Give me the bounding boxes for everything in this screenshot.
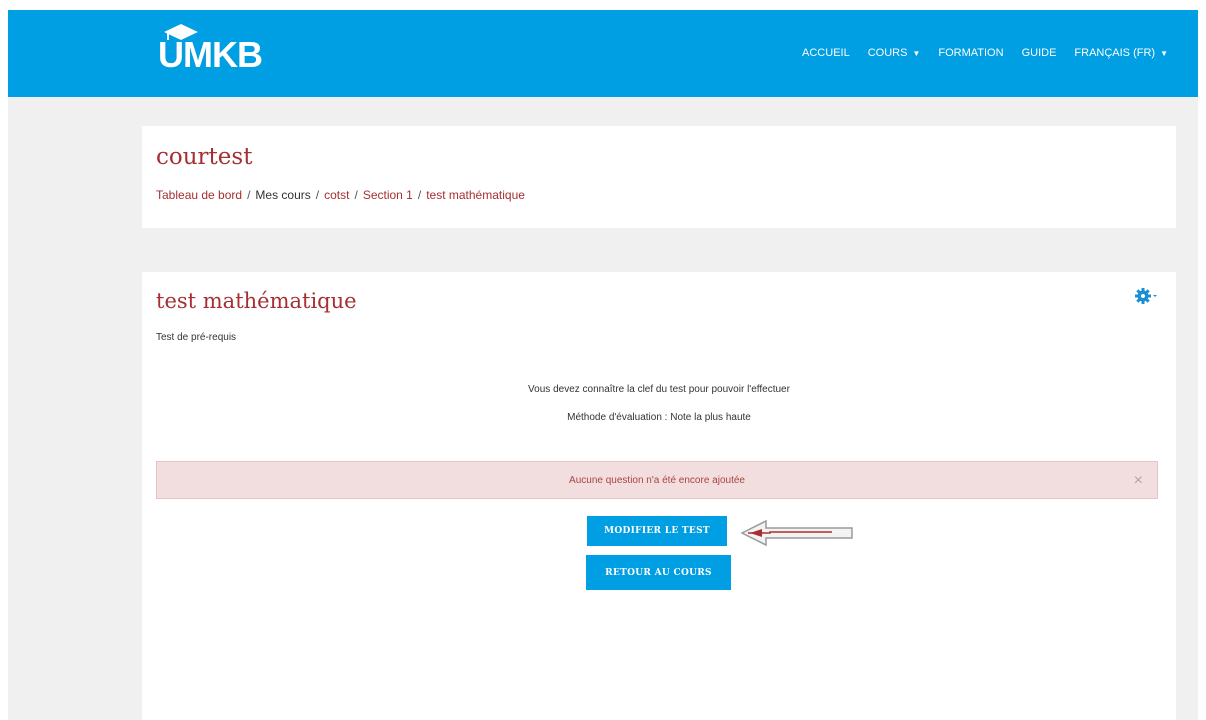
edit-quiz-button[interactable]: MODIFIER LE TEST [587, 516, 727, 546]
no-questions-alert: Aucune question n'a été encore ajoutée × [156, 461, 1158, 499]
breadcrumb-quiz[interactable]: test mathématique [426, 188, 525, 202]
nav-item-cours[interactable]: COURS ▼ [868, 47, 921, 59]
breadcrumb-my-courses: Mes cours [255, 188, 311, 202]
breadcrumb: Tableau de bord / Mes cours / cotst / Section … [156, 188, 525, 202]
breadcrumb-separator: / [315, 188, 320, 202]
nav-item-accueil[interactable]: ACCUEIL [802, 47, 850, 59]
close-icon[interactable]: × [1134, 472, 1143, 490]
quiz-intro: Test de pré-requis [156, 332, 237, 343]
quiz-grading-method: Méthode d'évaluation : Note la plus haut… [567, 412, 751, 423]
nav-item-formation[interactable]: FORMATION [938, 47, 1003, 59]
caret-down-icon: ▼ [912, 48, 921, 58]
breadcrumb-dashboard[interactable]: Tableau de bord [156, 188, 242, 202]
breadcrumb-separator: / [354, 188, 358, 202]
caret-down-icon: ▼ [1160, 48, 1168, 58]
alert-message: Aucune question n'a été encore ajoutée [569, 475, 745, 486]
quiz-title: test mathématique [156, 289, 357, 313]
breadcrumb-section[interactable]: Section 1 [363, 188, 413, 202]
quiz-key-info: Vous devez connaître la clef du test pou… [528, 384, 790, 395]
nav-item-guide[interactable]: GUIDE [1022, 47, 1057, 59]
quiz-main-region: test mathématique Test de pré-requis Vou… [142, 272, 1176, 720]
breadcrumb-separator: / [417, 188, 422, 202]
gear-icon[interactable] [1134, 286, 1158, 306]
page-header: courtest Tableau de bord / Mes cours / cotst… [142, 126, 1176, 228]
main-menu: ACCUEIL COURS ▼ FORMATION GUIDE FRANÇAIS … [784, 47, 1168, 59]
breadcrumb-separator: / [247, 188, 251, 202]
left-arrow-icon [740, 519, 853, 547]
nav-item-language[interactable]: FRANÇAIS (FR) ▼ [1074, 47, 1168, 59]
course-title: courtest [156, 144, 253, 170]
logo-text: UMKB [158, 34, 263, 75]
back-to-course-button[interactable]: RETOUR AU COURS [586, 555, 731, 590]
breadcrumb-course[interactable]: cotst [324, 188, 349, 202]
site-logo[interactable]: UMKB [158, 22, 268, 82]
